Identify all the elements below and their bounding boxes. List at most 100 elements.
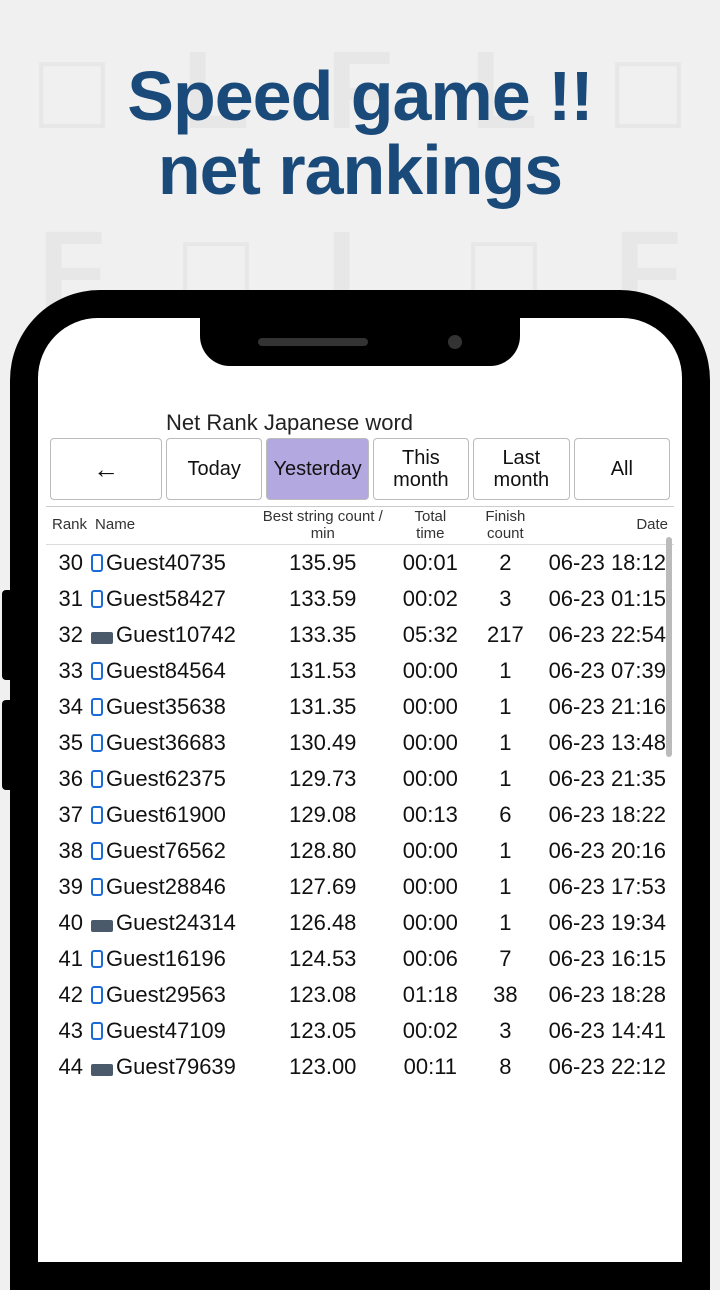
cell-finish: 1 [464,905,546,941]
table-row[interactable]: 32Guest10742133.3505:3221706-23 22:54 [46,617,674,653]
table-row[interactable]: 37Guest61900129.0800:13606-23 18:22 [46,797,674,833]
cell-finish: 3 [464,1013,546,1049]
cell-date: 06-23 07:39 [547,653,674,689]
cell-best: 123.00 [249,1049,396,1085]
cell-date: 06-23 22:54 [547,617,674,653]
phone-device-icon [91,1022,103,1040]
cell-name: Guest16196 [89,941,249,977]
table-row[interactable]: 40Guest24314126.4800:00106-23 19:34 [46,905,674,941]
cell-date: 06-23 21:16 [547,689,674,725]
cell-best: 131.53 [249,653,396,689]
tab-this-month[interactable]: This month [373,438,469,500]
cell-date: 06-23 01:15 [547,581,674,617]
cell-total: 00:11 [397,1049,465,1085]
cell-name: Guest84564 [89,653,249,689]
cell-best: 135.95 [249,545,396,582]
cell-rank: 39 [46,869,89,905]
cell-rank: 38 [46,833,89,869]
table-row[interactable]: 35Guest36683130.4900:00106-23 13:48 [46,725,674,761]
cell-name: Guest79639 [89,1049,249,1085]
cell-best: 128.80 [249,833,396,869]
table-row[interactable]: 30Guest40735135.9500:01206-23 18:12 [46,545,674,582]
cell-date: 06-23 21:35 [547,761,674,797]
table-row[interactable]: 41Guest16196124.5300:06706-23 16:15 [46,941,674,977]
cell-rank: 36 [46,761,89,797]
cell-name: Guest29563 [89,977,249,1013]
cell-finish: 1 [464,833,546,869]
cell-finish: 1 [464,761,546,797]
cell-name: Guest28846 [89,869,249,905]
cell-best: 130.49 [249,725,396,761]
cell-finish: 1 [464,725,546,761]
cell-name: Guest10742 [89,617,249,653]
cell-best: 129.73 [249,761,396,797]
cell-name: Guest24314 [89,905,249,941]
table-row[interactable]: 31Guest58427133.5900:02306-23 01:15 [46,581,674,617]
tab-last-month[interactable]: Last month [473,438,569,500]
col-date: Date [547,507,674,545]
cell-finish: 6 [464,797,546,833]
table-row[interactable]: 36Guest62375129.7300:00106-23 21:35 [46,761,674,797]
cell-finish: 7 [464,941,546,977]
cell-date: 06-23 18:28 [547,977,674,1013]
promo-headline: Speed game !! net rankings [0,0,720,207]
cell-best: 126.48 [249,905,396,941]
cell-best: 123.05 [249,1013,396,1049]
col-rank: Rank [46,507,89,545]
table-row[interactable]: 33Guest84564131.5300:00106-23 07:39 [46,653,674,689]
phone-device-icon [91,950,103,968]
table-row[interactable]: 39Guest28846127.6900:00106-23 17:53 [46,869,674,905]
camera-icon [448,335,462,349]
speaker-icon [258,338,368,346]
tab-yesterday[interactable]: Yesterday [266,438,368,500]
cell-date: 06-23 20:16 [547,833,674,869]
cell-rank: 37 [46,797,89,833]
table-row[interactable]: 42Guest29563123.0801:183806-23 18:28 [46,977,674,1013]
cell-total: 00:00 [397,725,465,761]
tab-all[interactable]: All [574,438,670,500]
cell-finish: 38 [464,977,546,1013]
cell-date: 06-23 18:12 [547,545,674,582]
phone-device-icon [91,662,103,680]
headline-line-2: net rankings [0,134,720,208]
cell-rank: 40 [46,905,89,941]
tablet-device-icon [91,920,113,932]
cell-finish: 1 [464,869,546,905]
cell-total: 01:18 [397,977,465,1013]
tablet-device-icon [91,632,113,644]
col-name: Name [89,507,249,545]
cell-total: 00:06 [397,941,465,977]
cell-total: 00:13 [397,797,465,833]
cell-best: 123.08 [249,977,396,1013]
cell-finish: 3 [464,581,546,617]
ranking-app: Net Rank Japanese word ← Today Yesterday… [46,408,674,1262]
cell-name: Guest76562 [89,833,249,869]
tablet-device-icon [91,1064,113,1076]
cell-total: 00:00 [397,833,465,869]
cell-name: Guest47109 [89,1013,249,1049]
cell-name: Guest62375 [89,761,249,797]
ranking-table-wrap: Rank Name Best string count / min Total … [46,506,674,1085]
table-row[interactable]: 34Guest35638131.3500:00106-23 21:16 [46,689,674,725]
cell-rank: 42 [46,977,89,1013]
cell-date: 06-23 14:41 [547,1013,674,1049]
cell-total: 00:02 [397,581,465,617]
phone-screen: Net Rank Japanese word ← Today Yesterday… [38,318,682,1262]
cell-date: 06-23 19:34 [547,905,674,941]
cell-rank: 30 [46,545,89,582]
table-row[interactable]: 43Guest47109123.0500:02306-23 14:41 [46,1013,674,1049]
cell-total: 00:00 [397,689,465,725]
back-button[interactable]: ← [50,438,162,500]
cell-date: 06-23 13:48 [547,725,674,761]
col-total: Total time [397,507,465,545]
scrollbar[interactable] [666,537,672,757]
table-row[interactable]: 38Guest76562128.8000:00106-23 20:16 [46,833,674,869]
cell-rank: 32 [46,617,89,653]
phone-device-icon [91,698,103,716]
table-row[interactable]: 44Guest79639123.0000:11806-23 22:12 [46,1049,674,1085]
cell-finish: 1 [464,689,546,725]
tab-today[interactable]: Today [166,438,262,500]
phone-device-icon [91,590,103,608]
cell-rank: 35 [46,725,89,761]
cell-finish: 1 [464,653,546,689]
